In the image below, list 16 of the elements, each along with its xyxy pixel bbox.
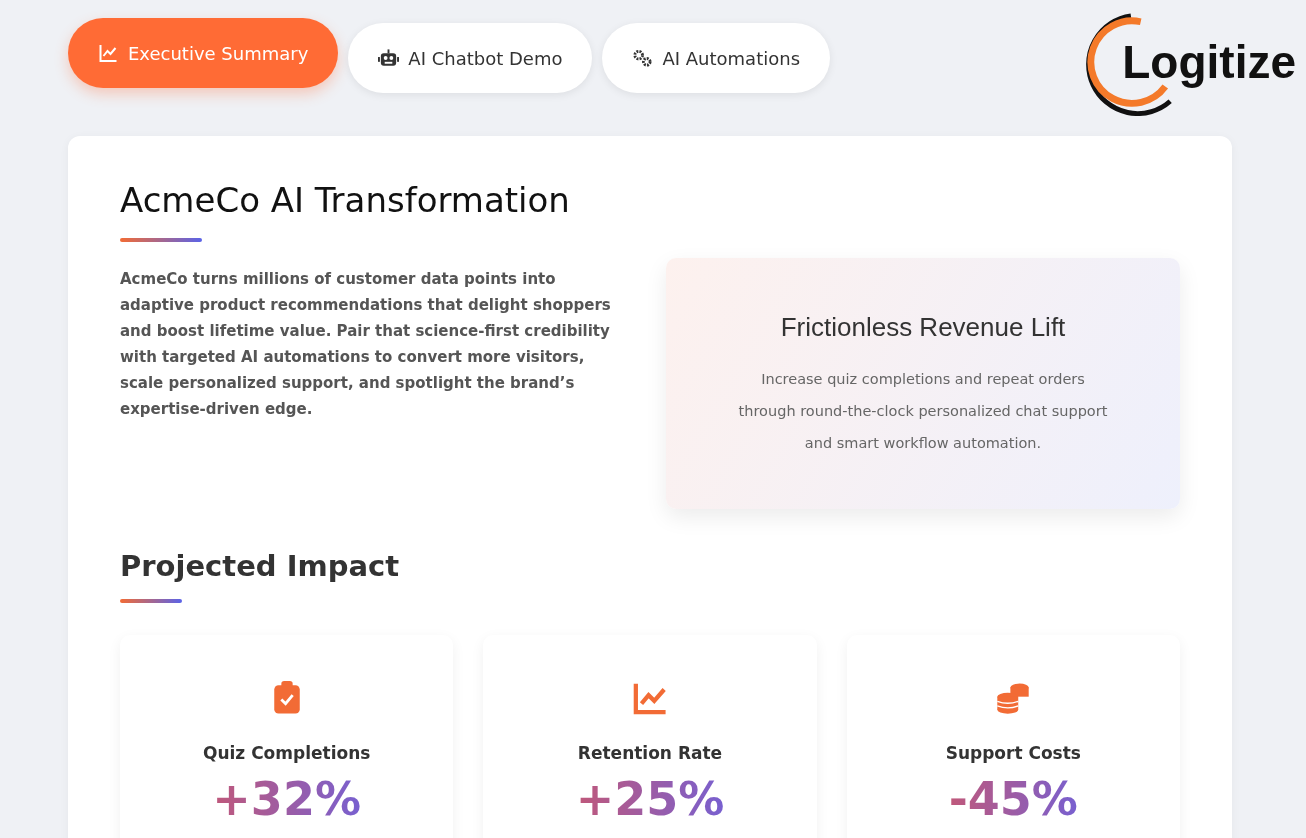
section-title: Projected Impact [120, 549, 401, 583]
metric-label: Retention Rate [577, 743, 723, 763]
tab[interactable]: AI Chatbot Demo [348, 23, 593, 93]
robot-icon [378, 48, 400, 68]
tab[interactable]: AI Automations [602, 23, 830, 93]
line-chart-icon [98, 43, 119, 63]
overview-paragraph: AcmeCo turns millions of customer data points into adaptive product recommendations that delight shoppers and boost lifetime value. Pair that science-first credibility with targeted AI automations to convert more visitors, scale personalized support, and spotlight the brand’s expertise-driven edge. [120, 269, 612, 420]
line-chart-icon [633, 681, 667, 715]
highlight-title: Frictionless Revenue Lift [779, 312, 1067, 343]
highlight-text: Increase quiz completions and repeat orders through round-the-clock personalized chat support and smart workflow automation. [737, 370, 1109, 453]
metric-label: Quiz Completions [202, 743, 371, 763]
gears-icon [632, 48, 654, 68]
coins-icon [996, 681, 1031, 715]
page-title: AcmeCo AI Transformation [120, 180, 571, 220]
logo-text: Logitize [1122, 35, 1296, 89]
metric-label: Support Costs [945, 743, 1081, 763]
